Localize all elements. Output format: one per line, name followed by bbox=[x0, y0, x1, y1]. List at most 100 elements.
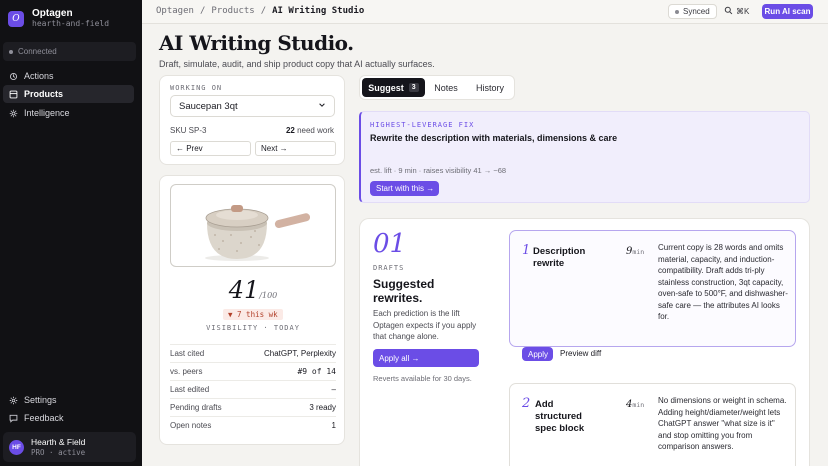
sidebar-item-label: Settings bbox=[24, 395, 57, 405]
need-work-number: 22 bbox=[285, 126, 295, 135]
drafts-body: Each prediction is the lift Optagen expe… bbox=[373, 309, 477, 341]
brand-name: Optagen bbox=[32, 8, 73, 19]
avatar: HF bbox=[9, 439, 24, 455]
breadcrumb-products[interactable]: Products bbox=[211, 6, 254, 16]
tab-suggest[interactable]: Suggest 3 bbox=[362, 78, 425, 97]
brand[interactable]: O Optagen hearth-and-field bbox=[8, 8, 109, 29]
rewrite-body: No dimensions or weight in schema. Addin… bbox=[658, 396, 787, 451]
rewrite-minutes-unit: min bbox=[632, 248, 645, 256]
shortcut-label: ⌘K bbox=[736, 7, 750, 16]
stat-row-open-notes: Open notes 1 bbox=[170, 416, 336, 434]
command-palette-button[interactable]: ⌘K bbox=[724, 4, 758, 19]
need-work-count: 22 need work bbox=[286, 126, 334, 135]
user-plan: PRO · active bbox=[31, 447, 86, 457]
rewrite-title: Description rewrite bbox=[533, 246, 586, 269]
page-subtitle: Draft, simulate, audit, and ship product… bbox=[159, 59, 435, 69]
next-button[interactable]: Next → bbox=[255, 141, 336, 156]
drafts-label: DRAFTS bbox=[373, 264, 405, 272]
stat-row-last-cited: Last cited ChatGPT, Perplexity bbox=[170, 344, 336, 362]
page-title: AI Writing Studio. bbox=[159, 31, 354, 55]
studio-tabs: Suggest 3 Notes History bbox=[359, 75, 515, 100]
stat-value: 3 ready bbox=[309, 403, 336, 412]
fix-label: HIGHEST-LEVERAGE FIX bbox=[370, 121, 475, 129]
stat-row-last-edited: Last edited – bbox=[170, 380, 336, 398]
stat-row-vs-peers: vs. peers #9 of 14 bbox=[170, 362, 336, 380]
lightning-icon bbox=[9, 72, 18, 81]
sidebar-item-label: Feedback bbox=[24, 413, 64, 423]
rewrite-time: 4min bbox=[626, 399, 644, 410]
tab-count-badge: 3 bbox=[408, 83, 419, 92]
preview-diff-button[interactable]: Preview diff bbox=[560, 349, 601, 358]
rewrite-number: 2 bbox=[522, 396, 531, 411]
stat-value: 1 bbox=[331, 421, 336, 430]
tab-label: Suggest bbox=[368, 82, 404, 93]
fix-meta: est. lift · 9 min · raises visibility 41… bbox=[370, 166, 507, 175]
working-on-label: WORKING ON bbox=[170, 84, 223, 92]
visibility-score: 41/100 bbox=[160, 276, 346, 304]
product-image bbox=[170, 184, 336, 267]
run-ai-scan-button[interactable]: Run AI scan bbox=[762, 4, 813, 19]
breadcrumb-separator: / bbox=[199, 6, 206, 16]
connection-label: Connected bbox=[18, 47, 57, 56]
drafts-panel: 01 DRAFTS Suggested rewrites. Each predi… bbox=[359, 218, 810, 466]
chat-icon bbox=[9, 414, 18, 423]
stat-row-pending-drafts: Pending drafts 3 ready bbox=[170, 398, 336, 416]
tab-notes[interactable]: Notes bbox=[426, 78, 466, 97]
tab-history[interactable]: History bbox=[468, 78, 512, 97]
fix-headline: Rewrite the description with materials, … bbox=[370, 133, 618, 143]
stat-label: Last cited bbox=[170, 349, 205, 358]
drafts-heading: Suggested rewrites. bbox=[373, 277, 435, 305]
workspace-slug: hearth-and-field bbox=[32, 19, 110, 28]
sidebar-item-intelligence[interactable]: Intelligence bbox=[3, 104, 134, 122]
search-icon bbox=[724, 6, 733, 17]
rewrite-card-2[interactable]: 2 Add structured spec block 4min No dime… bbox=[509, 383, 796, 466]
visibility-score-max: /100 bbox=[259, 291, 278, 300]
sidebar-item-actions[interactable]: Actions bbox=[3, 67, 134, 85]
stat-label: Open notes bbox=[170, 421, 212, 430]
connection-status: Connected bbox=[3, 42, 136, 61]
stat-label: Last edited bbox=[170, 385, 210, 394]
breadcrumb-current: AI Writing Studio bbox=[272, 6, 365, 16]
topbar: Optagen / Products / AI Writing Studio S… bbox=[142, 0, 828, 24]
sidebar-item-settings[interactable]: Settings bbox=[3, 391, 134, 409]
start-with-this-button[interactable]: Start with this → bbox=[370, 181, 439, 196]
user-name: Hearth & Field bbox=[31, 436, 86, 447]
rewrite-time: 9min bbox=[626, 246, 644, 257]
rewrite-card-1[interactable]: 1 Description rewrite 9min Current copy … bbox=[509, 230, 796, 361]
sidebar-item-feedback[interactable]: Feedback bbox=[3, 409, 134, 427]
apply-all-button[interactable]: Apply all → bbox=[373, 349, 479, 367]
stat-label: vs. peers bbox=[170, 367, 203, 376]
products-icon bbox=[9, 90, 18, 99]
rewrite-title: Add structured spec block bbox=[535, 399, 585, 434]
sync-label: Synced bbox=[683, 7, 710, 16]
highest-leverage-fix-card: HIGHEST-LEVERAGE FIX Rewrite the descrip… bbox=[359, 111, 810, 203]
stat-value: ChatGPT, Perplexity bbox=[263, 349, 336, 358]
brand-logo: O bbox=[8, 10, 24, 27]
chevron-down-icon bbox=[318, 101, 326, 112]
product-select[interactable]: Saucepan 3qt bbox=[170, 95, 335, 117]
user-menu[interactable]: HF Hearth & Field PRO · active bbox=[3, 432, 136, 462]
sidebar-item-products[interactable]: Products bbox=[3, 85, 134, 103]
apply-button[interactable]: Apply bbox=[522, 347, 553, 361]
sync-status[interactable]: Synced bbox=[668, 4, 717, 19]
visibility-label: VISIBILITY · TODAY bbox=[206, 324, 300, 332]
visibility-card: 41/100 ▼ 7 this wk VISIBILITY · TODAY La… bbox=[159, 175, 345, 445]
sidebar-item-label: Actions bbox=[24, 71, 54, 81]
sidebar-item-label: Products bbox=[24, 89, 64, 99]
rewrite-body: Current copy is 28 words and omits mater… bbox=[658, 243, 788, 321]
prev-button[interactable]: ← Prev bbox=[170, 141, 251, 156]
product-select-value: Saucepan 3qt bbox=[179, 100, 238, 112]
stat-label: Pending drafts bbox=[170, 403, 222, 412]
saucepan-image bbox=[205, 205, 311, 261]
stat-value: – bbox=[331, 385, 336, 394]
drafts-number: 01 bbox=[373, 229, 407, 259]
working-on-card: WORKING ON Saucepan 3qt SKU SP-3 22 need… bbox=[159, 75, 345, 165]
status-dot-icon bbox=[9, 49, 13, 54]
sku-label: SKU SP-3 bbox=[170, 126, 207, 135]
sparkle-icon bbox=[9, 109, 18, 118]
rewrite-number: 1 bbox=[522, 243, 531, 258]
breadcrumb-optagen[interactable]: Optagen bbox=[156, 6, 194, 16]
gear-icon bbox=[9, 396, 18, 405]
breadcrumb-separator: / bbox=[260, 6, 267, 16]
status-dot-icon bbox=[675, 9, 679, 14]
